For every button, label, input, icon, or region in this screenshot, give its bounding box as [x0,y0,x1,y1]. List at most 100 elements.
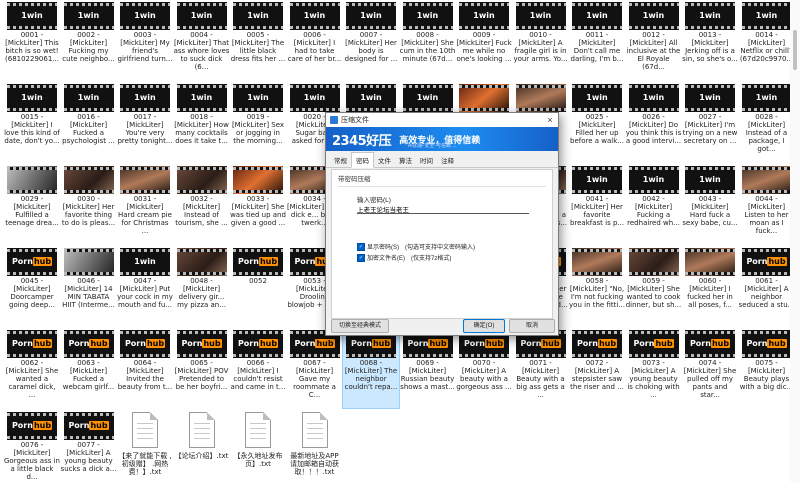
archive-app-icon [330,116,338,124]
video-file-item[interactable]: 0032 - [MickLiter] Instead of tourism, s… [174,164,230,244]
password-panel: 带密码压缩 输入密码(L) ✓ 显示密码(S) (勾选可支持中文密码输入) ✓ … [331,169,553,319]
video-file-item[interactable]: 1win 0028 - [MickLiter] Instead of a pack… [739,82,795,162]
tab-time[interactable]: 时间 [416,153,437,167]
video-file-item[interactable]: 1win 0043 - [MickLiter] Hard fuck a sexy … [682,164,738,244]
video-file-item[interactable]: 1win 0042 - [MickLiter] Fucking a redhair… [626,164,682,244]
file-name: 0044 - [MickLiter] Listen to her moan as… [744,195,789,235]
text-file-item[interactable]: 【来了就能下载 ,初级赠】 .网热 费！】.txt [117,410,173,490]
video-file-item[interactable]: Pornhub 0071 - [MickLiter] Beauty with a … [513,328,569,408]
video-file-item[interactable]: 1win 0047 - [MickLiter] Put your cock in … [117,246,173,326]
tab-files[interactable]: 文件 [374,153,395,167]
video-file-item[interactable]: 0044 - [MickLiter] Listen to her moan as… [739,164,795,244]
file-name: 0045 - [MickLiter] Doorcamper going deep… [9,277,55,309]
tab-password[interactable]: 密码 [351,152,374,168]
video-file-item[interactable]: 1win 0008 - [MickLiter] She cum in the 10… [400,0,456,80]
video-file-item[interactable]: 1win 0018 - [MickLiter] How many cocktail… [174,82,230,162]
video-file-item[interactable]: 1win 0009 - [MickLiter] Fuck me while no … [456,0,512,80]
video-file-item[interactable]: 0060 - [MickLiter] I fucked her in all p… [682,246,738,326]
video-file-item[interactable]: Pornhub 0072 - [MickLiter] A stepsister s… [569,328,625,408]
video-file-item[interactable]: 1win 0016 - [MickLiter] Fucked a psycholo… [61,82,117,162]
video-file-item[interactable]: Pornhub 0076 - [MickLiter] Gorgeous ass i… [4,410,60,490]
cancel-button[interactable]: 取消 [509,319,555,333]
video-file-item[interactable]: 0030 - [MickLiter] Her favorite thing to… [61,164,117,244]
video-file-item[interactable]: 1win 0015 - [MickLiter] I love this kind … [4,82,60,162]
video-file-item[interactable]: 0046 - [MickLiter] 14 MIN TABATA HIIT (I… [61,246,117,326]
video-thumbnail-icon: 1win [120,84,170,112]
video-file-item[interactable]: 1win 0014 - [MickLiter] Netflix or chill?… [739,0,795,80]
tab-comment[interactable]: 注释 [437,153,458,167]
tab-algorithm[interactable]: 算法 [395,153,416,167]
video-file-item[interactable]: Pornhub 0077 - [MickLiter] A young beauty… [61,410,117,490]
show-password-checkbox[interactable]: ✓ 显示密码(S) (勾选可支持中文密码输入) [357,242,475,251]
video-file-item[interactable]: Pornhub 0063 - [MickLiter] Fucked a webca… [61,328,117,408]
video-file-item[interactable]: 1win 0041 - [MickLiter] Her favorite brea… [569,164,625,244]
text-file-item[interactable]: 最新地址及APP 请加邮箱自动获 取！！！.txt [287,410,343,490]
video-thumbnail-icon [685,248,735,276]
ok-button[interactable]: 确定(O) [463,319,505,333]
video-file-item[interactable]: Pornhub 0062 - [MickLiter] She wanted a c… [4,328,60,408]
video-file-item[interactable]: 0058 - [MickLiter] "No, I'm not fucking … [569,246,625,326]
video-file-item[interactable]: 1win 0010 - [MickLiter] A fragile girl is… [513,0,569,80]
video-thumbnail-icon: Pornhub [233,330,283,358]
video-file-item[interactable]: Pornhub 0073 - [MickLiter] A young beauty… [626,328,682,408]
video-file-item[interactable]: 1win 0026 - [MickLiter] Do you think this… [626,82,682,162]
video-file-item[interactable]: 0033 - [MickLiter] She was tied up and g… [230,164,286,244]
video-file-item[interactable]: Pornhub 0045 - [MickLiter] Doorcamper goi… [4,246,60,326]
video-file-item[interactable]: 1win 0017 - [MickLiter] You're very prett… [117,82,173,162]
video-file-item[interactable]: 1win 0025 - [MickLiter] Filled her up bef… [569,82,625,162]
video-file-item[interactable]: 1win 0003 - [MickLiter] My friend's girlf… [117,0,173,80]
file-name: 0064 - [MickLiter] Invited the beauty fr… [117,359,173,391]
video-file-item[interactable]: Pornhub 0066 - [MickLiter] I couldn't res… [230,328,286,408]
video-file-item[interactable]: Pornhub 0065 - [MickLiter] POV Pretended … [174,328,230,408]
file-name: 0019 - [MickLiter] Sex or jogging in the… [231,113,285,145]
password-input[interactable] [357,204,529,214]
video-thumbnail-icon [515,84,566,112]
video-thumbnail-icon: Pornhub [120,330,170,358]
video-file-item[interactable]: 0048 - [MickLiter] delivery gir... my pi… [174,246,230,326]
video-file-item[interactable]: Pornhub 0064 - [MickLiter] Invited the be… [117,328,173,408]
text-file-item[interactable]: 【论坛介绍】.txt [174,410,230,490]
switch-classic-mode-button[interactable]: 切换至经典模式 [331,319,389,333]
video-file-item[interactable]: 1win 0027 - [MickLiter] I'm trying on a n… [682,82,738,162]
close-icon[interactable]: × [542,115,558,125]
video-file-item[interactable]: 0059 - [MickLiter] She wanted to cook di… [626,246,682,326]
video-file-item[interactable]: 1win 0013 - [MickLiter] Jerking off is a … [682,0,738,80]
file-name: 0060 - [MickLiter] I fucked her in all p… [687,277,733,309]
video-thumbnail-icon [63,248,114,276]
text-file-item[interactable]: 【永久地址发布 页】.txt [230,410,286,490]
video-file-item[interactable]: 1win 0019 - [MickLiter] Sex or jogging in… [230,82,286,162]
file-name: 0008 - [MickLiter] She cum in the 10th m… [399,31,456,63]
scrollbar-thumb[interactable] [793,30,797,70]
video-thumbnail-icon: Pornhub [63,330,114,358]
video-thumbnail-icon: 1win [176,2,227,30]
video-file-item[interactable]: Pornhub 0052 [230,246,286,326]
video-file-item[interactable]: 1win 0002 - [MickLiter] Fucking my cute n… [61,0,117,80]
video-file-item[interactable]: Pornhub 0074 - [MickLiter] She pulled off… [682,328,738,408]
file-name: 0067 - [MickLiter] Gave my roommate a C.… [293,359,336,399]
file-name: 0005 - [MickLiter] The little black dres… [230,31,286,63]
password-label: 输入密码(L) [357,197,391,204]
video-file-item[interactable]: 1win 0006 - [MickLiter] I had to take car… [287,0,343,80]
video-thumbnail-icon: 1win [741,2,792,30]
video-file-item[interactable]: 1win 0005 - [MickLiter] The little black … [230,0,286,80]
video-file-item[interactable]: Pornhub 0070 - [MickLiter] A beauty with … [456,328,512,408]
video-file-item[interactable]: 0031 - [MickLiter] Hard cream pie for Ch… [117,164,173,244]
video-file-item[interactable]: 1win 0004 - [MickLiter] That ass whore lo… [174,0,230,80]
video-file-item[interactable]: Pornhub 0068 - [MickLiter] The neighbor c… [342,327,400,409]
video-file-item[interactable]: 0029 - [MickLiter] Fulfilled a teenage d… [4,164,60,244]
vertical-scrollbar[interactable] [790,0,800,482]
video-file-item[interactable]: Pornhub 0069 - [MickLiter] Russian beauty… [400,328,456,408]
video-thumbnail-icon: 1win [176,84,227,112]
tab-general[interactable]: 常规 [330,153,351,167]
video-file-item[interactable]: 1win 0007 - [MickLiter] Her body is desig… [343,0,399,80]
video-file-item[interactable]: Pornhub 0061 - [MickLiter] A neighbor sed… [739,246,795,326]
video-file-item[interactable]: Pornhub 0075 - [MickLiter] Beauty plays w… [739,328,795,408]
encrypt-filenames-checkbox[interactable]: ✓ 加密文件名(E) (仅支持7z格式) [357,253,451,262]
video-file-item[interactable]: 1win 0011 - [MickLiter] Don't call me dar… [569,0,625,80]
file-name: 0017 - [MickLiter] You're very pretty to… [117,113,173,145]
file-name: 0026 - [MickLiter] Do you think this is … [625,113,682,145]
video-thumbnail-icon: 1win [346,84,396,112]
video-file-item[interactable]: 1win 0012 - [MickLiter] All inclusive at … [626,0,682,80]
video-file-item[interactable]: Pornhub 0067 - [MickLiter] Gave my roomma… [287,328,343,408]
video-file-item[interactable]: 1win 0001 - [MickLiter] This bitch is so … [4,0,60,80]
